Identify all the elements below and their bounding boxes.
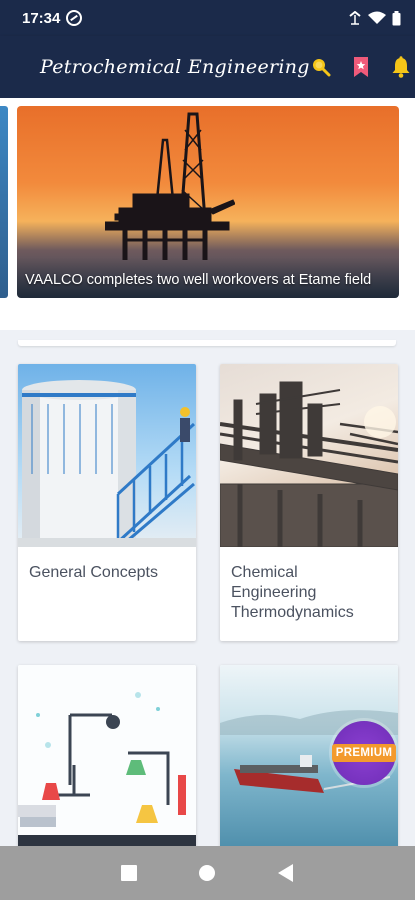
wifi-icon: [368, 11, 386, 24]
system-navigation-bar: [0, 846, 415, 900]
news-carousel[interactable]: VAALCO completes two well workovers at E…: [0, 98, 415, 330]
category-card-thermodynamics[interactable]: Chemical Engineering Thermodynamics: [220, 364, 398, 641]
premium-label: PREMIUM: [331, 744, 397, 762]
tanker-ship-image: PREMIUM: [220, 665, 398, 846]
card-strip: [18, 340, 396, 346]
oil-rig-image: [105, 112, 235, 260]
category-label: General Concepts: [29, 564, 158, 581]
recents-button[interactable]: [114, 858, 144, 888]
app-title: Petrochemical Engineering: [40, 56, 310, 78]
back-button[interactable]: [271, 858, 301, 888]
category-card-general-concepts[interactable]: General Concepts: [18, 364, 196, 641]
search-icon[interactable]: [310, 56, 332, 78]
app-actions: [310, 56, 412, 78]
category-card-premium[interactable]: PREMIUM: [220, 665, 398, 846]
news-slide[interactable]: VAALCO completes two well workovers at E…: [17, 106, 399, 298]
bookmark-icon[interactable]: [350, 56, 372, 78]
status-icons: [348, 10, 401, 26]
storage-tank-image: [18, 364, 196, 547]
refinery-plant-image: [220, 364, 398, 547]
battery-icon: [392, 10, 401, 25]
news-headline[interactable]: VAALCO completes two well workovers at E…: [17, 257, 399, 298]
status-time: 17:34: [22, 9, 61, 27]
category-grid: General Concepts Chemical Engineering Th…: [0, 330, 415, 846]
category-card-lab[interactable]: [18, 665, 196, 846]
app-bar: Petrochemical Engineering: [0, 36, 415, 98]
category-label: Chemical Engineering Thermodynamics: [231, 564, 354, 621]
home-button[interactable]: [192, 858, 222, 888]
laboratory-illustration: [18, 665, 196, 846]
status-bar: 17:34: [0, 0, 415, 36]
previous-slide-peek[interactable]: [0, 106, 8, 298]
signal-icon: [349, 11, 361, 25]
bell-icon[interactable]: [390, 56, 412, 78]
do-not-disturb-icon: [66, 10, 83, 26]
premium-badge: PREMIUM: [331, 721, 397, 785]
